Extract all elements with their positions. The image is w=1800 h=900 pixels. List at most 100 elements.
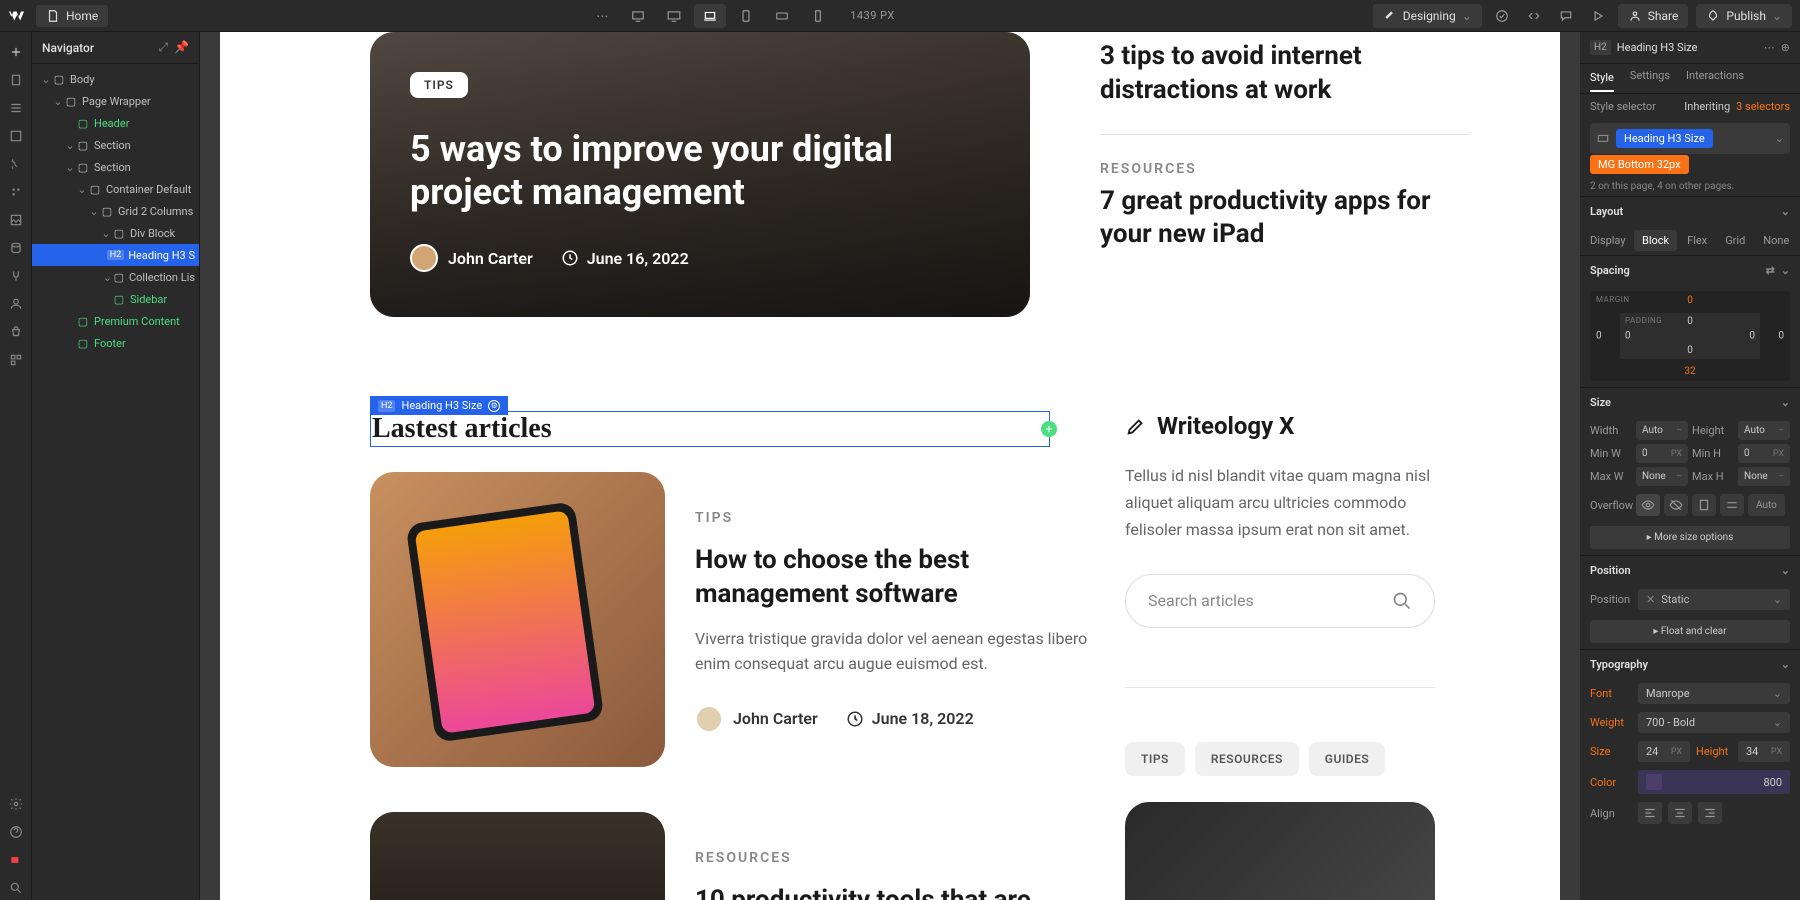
selector-input[interactable]: Heading H3 Size ⌄ (1590, 123, 1790, 154)
display-none[interactable]: None (1755, 230, 1797, 251)
tab-style[interactable]: Style (1590, 67, 1614, 92)
check-icon[interactable] (1490, 4, 1514, 28)
float-clear[interactable]: ▸ Float and clear (1590, 620, 1790, 643)
overflow-auto[interactable]: Auto (1748, 494, 1785, 516)
position-select[interactable]: ✕ Static ⌄ (1638, 589, 1790, 610)
section-layout[interactable]: Layout⌄ (1580, 196, 1800, 226)
display-grid[interactable]: Grid (1717, 230, 1753, 251)
tree-item[interactable]: ▢Sidebar (32, 288, 199, 310)
code-icon[interactable] (1522, 4, 1546, 28)
search-input[interactable]: Search articles (1125, 574, 1435, 628)
minw-input[interactable]: 0PX (1636, 444, 1688, 463)
page-selector[interactable]: Home (36, 5, 108, 27)
settings-icon[interactable] (4, 792, 28, 816)
desktop-icon[interactable] (622, 4, 654, 28)
settings-badge-icon[interactable]: ⚙ (488, 400, 500, 412)
side-article-2[interactable]: RESOURCES 7 great productivity apps for … (1100, 161, 1470, 253)
height-input[interactable]: Auto– (1738, 421, 1790, 440)
article-card-1[interactable]: TIPS How to choose the best management s… (370, 472, 1090, 767)
maxh-input[interactable]: None– (1738, 467, 1790, 486)
tree-item[interactable]: ⌄▢Container Default (32, 178, 199, 200)
section-spacing[interactable]: Spacing⇄ ⌄ (1580, 255, 1800, 285)
style-guide-icon[interactable] (4, 180, 28, 204)
tree-item[interactable]: ⌄▢Page Wrapper (32, 90, 199, 112)
tree-item[interactable]: ⌄▢Grid 2 Columns (32, 200, 199, 222)
article-card-2[interactable]: RESOURCES 10 productivity tools that are (370, 812, 1090, 900)
hero-author[interactable]: John Carter (410, 244, 533, 272)
tree-item[interactable]: ▢Header (32, 112, 199, 134)
pin-icon[interactable]: 📌 (174, 40, 189, 55)
ecommerce-icon[interactable] (4, 320, 28, 344)
logic-icon[interactable] (4, 264, 28, 288)
tree-item[interactable]: H2Heading H3 S (32, 244, 199, 266)
section-position[interactable]: Position⌄ (1580, 555, 1800, 585)
cms-icon[interactable] (4, 236, 28, 260)
hero-card[interactable]: TIPS 5 ways to improve your digital proj… (370, 32, 1030, 317)
width-input[interactable]: Auto– (1636, 421, 1688, 440)
line-height-input[interactable]: 34PX (1738, 741, 1790, 762)
color-input[interactable]: 800 (1638, 770, 1790, 794)
font-size-input[interactable]: 24PX (1638, 741, 1690, 762)
tag-pill[interactable]: RESOURCES (1195, 742, 1299, 776)
tag-pill[interactable]: TIPS (1125, 742, 1185, 776)
nav-tree-icon[interactable] (4, 96, 28, 120)
tree-item[interactable]: ⌄▢Section (32, 134, 199, 156)
mobile-icon[interactable] (802, 4, 834, 28)
spacing-editor[interactable]: MARGIN 0 0 0 32 PADDING 0 0 0 0 (1590, 291, 1790, 381)
tree-item[interactable]: ⌄▢Body (32, 68, 199, 90)
tablet-landscape-icon[interactable] (766, 4, 798, 28)
comment-icon[interactable] (1554, 4, 1578, 28)
pages-icon[interactable] (4, 68, 28, 92)
tab-interactions[interactable]: Interactions (1686, 69, 1744, 88)
tree-item[interactable]: ▢Footer (32, 332, 199, 354)
align-left[interactable] (1638, 802, 1662, 824)
focus-icon[interactable]: ⊕ (1781, 41, 1790, 54)
webflow-logo[interactable] (8, 6, 28, 26)
add-icon[interactable] (4, 40, 28, 64)
overflow-scroll[interactable] (1692, 494, 1716, 516)
navigator-tree[interactable]: ⌄▢Body⌄▢Page Wrapper▢Header⌄▢Section⌄▢Se… (32, 64, 199, 900)
collapse-icon[interactable]: ⤢ (158, 40, 168, 55)
help-icon[interactable] (4, 820, 28, 844)
mode-toggle[interactable]: Designing ⌄ (1373, 4, 1482, 28)
display-block[interactable]: Block (1634, 230, 1677, 251)
publish-button[interactable]: Publish ⌄ (1696, 4, 1792, 28)
apps-icon[interactable] (4, 348, 28, 372)
tree-item[interactable]: ▢Premium Content (32, 310, 199, 332)
maxw-input[interactable]: None– (1636, 467, 1688, 486)
tag-pill[interactable]: GUIDES (1309, 742, 1385, 776)
more-icon[interactable]: ⋯ (586, 4, 618, 28)
video-icon[interactable] (4, 848, 28, 872)
users-icon[interactable] (4, 292, 28, 316)
preview-icon[interactable] (1586, 4, 1610, 28)
overflow-hidden[interactable] (1664, 494, 1688, 516)
font-select[interactable]: Manrope⌄ (1638, 683, 1790, 704)
overflow-visible[interactable] (1636, 494, 1660, 516)
align-right[interactable] (1698, 802, 1722, 824)
laptop-icon[interactable] (694, 4, 726, 28)
assets-icon[interactable] (4, 208, 28, 232)
components-icon[interactable] (4, 124, 28, 148)
selection-label[interactable]: H2 Heading H3 Size ⚙ (370, 396, 508, 415)
variables-icon[interactable] (4, 152, 28, 176)
more-icon[interactable]: ⋯ (1764, 41, 1775, 54)
hero-tag[interactable]: TIPS (410, 72, 468, 98)
add-element-icon[interactable]: + (1041, 421, 1057, 437)
share-button[interactable]: Share (1618, 4, 1689, 28)
side-article-1[interactable]: 3 tips to avoid internet distractions at… (1100, 40, 1470, 108)
combo-class[interactable]: MG Bottom 32px (1590, 155, 1689, 174)
section-typography[interactable]: Typography⌄ (1580, 649, 1800, 679)
overflow-scroll-x[interactable] (1720, 494, 1744, 516)
desktop-large-icon[interactable] (658, 4, 690, 28)
article-author[interactable]: John Carter (695, 705, 818, 733)
search-icon[interactable] (4, 876, 28, 900)
align-center[interactable] (1668, 802, 1692, 824)
minh-input[interactable]: 0PX (1738, 444, 1790, 463)
tablet-icon[interactable] (730, 4, 762, 28)
section-size[interactable]: Size⌄ (1580, 387, 1800, 417)
tree-item[interactable]: ⌄▢Section (32, 156, 199, 178)
tree-item[interactable]: ⌄▢Collection Lis (32, 266, 199, 288)
canvas[interactable]: TIPS 5 ways to improve your digital proj… (200, 32, 1580, 900)
more-size-options[interactable]: ▸ More size options (1590, 526, 1790, 549)
tree-item[interactable]: ⌄▢Div Block (32, 222, 199, 244)
